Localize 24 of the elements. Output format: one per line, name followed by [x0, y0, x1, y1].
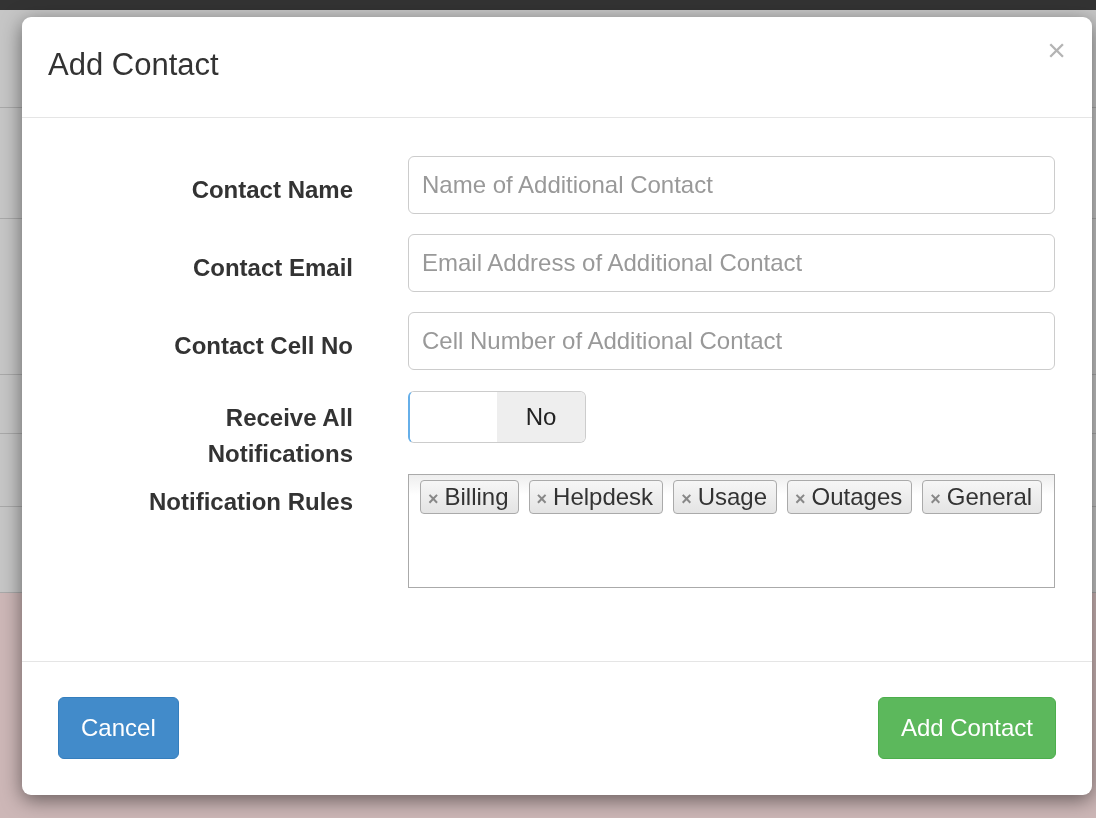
tag-label: Billing: [444, 483, 509, 511]
remove-tag-button[interactable]: ×: [930, 488, 941, 510]
toggle-switch[interactable]: No: [408, 391, 586, 443]
tag-label: General: [946, 483, 1033, 511]
cancel-button[interactable]: Cancel: [58, 697, 179, 759]
tag-label: Helpdesk: [553, 483, 654, 511]
field-label: Receive All Notifications: [206, 403, 353, 469]
remove-tag-button[interactable]: ×: [681, 488, 692, 510]
tag-label: Usage: [697, 483, 767, 511]
field-label: Contact Cell No: [173, 331, 353, 361]
add-button[interactable]: Add Contact: [877, 697, 1056, 759]
text-field[interactable]: Email Address of Additional Contact: [408, 234, 1055, 292]
tags-field[interactable]: × Billing × Helpdesk × Usage × Outages × General: [408, 474, 1055, 588]
dialog-title: Add Contact: [48, 47, 219, 83]
tag-label: Outages: [811, 483, 903, 511]
field-label: Contact Name: [190, 175, 353, 205]
text-field[interactable]: Cell Number of Additional Contact: [408, 312, 1055, 370]
field-label: Contact Email: [191, 253, 353, 283]
remove-tag-button[interactable]: ×: [428, 488, 439, 510]
remove-tag-button[interactable]: ×: [795, 488, 806, 510]
text-field[interactable]: Name of Additional Contact: [408, 156, 1055, 214]
field-label: Notification Rules: [148, 487, 353, 517]
remove-tag-button[interactable]: ×: [536, 488, 548, 510]
close-button[interactable]: ×: [1047, 34, 1066, 66]
